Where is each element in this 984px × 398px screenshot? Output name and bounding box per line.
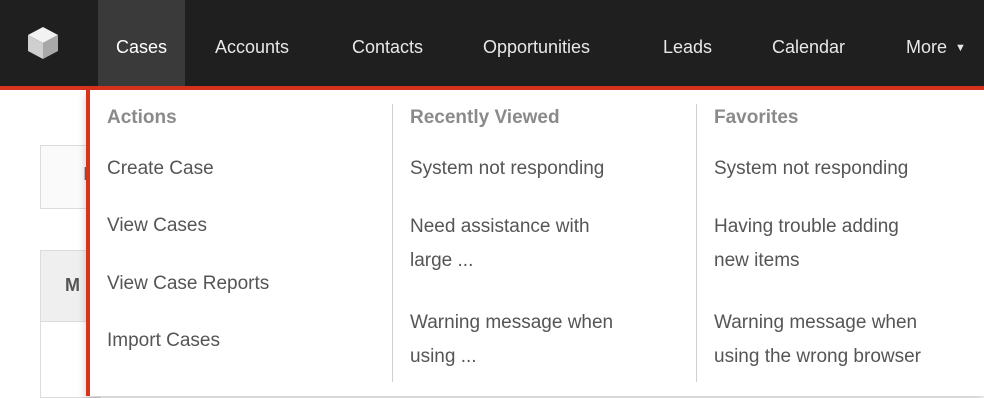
menu-item-import-cases[interactable]: Import Cases	[107, 324, 220, 358]
favorite-item[interactable]: Having trouble adding new items	[714, 210, 899, 278]
tab-contacts-label: Contacts	[352, 37, 424, 57]
favorite-item-line: System not responding	[714, 158, 909, 179]
favorite-item-line: using the wrong browser	[714, 346, 921, 367]
tab-calendar-label: Calendar	[772, 37, 846, 57]
recent-item-line: using ...	[410, 346, 477, 367]
tab-opportunities[interactable]: Opportunities	[465, 0, 608, 86]
tab-accounts[interactable]: Accounts	[197, 0, 307, 86]
menu-item-view-cases[interactable]: View Cases	[107, 209, 207, 243]
recent-item[interactable]: System not responding	[410, 152, 604, 186]
favorite-item-line: new items	[714, 250, 800, 271]
home-cube-icon[interactable]	[0, 0, 86, 86]
recent-item[interactable]: Warning message when using ...	[410, 306, 613, 374]
menu-item-view-case-reports[interactable]: View Case Reports	[107, 267, 269, 301]
tab-calendar[interactable]: Calendar	[754, 0, 863, 86]
actions-title: Actions	[107, 107, 177, 128]
recent-item-line: Warning message when	[410, 312, 614, 333]
favorite-item[interactable]: System not responding	[714, 152, 908, 186]
favorites-title: Favorites	[714, 107, 799, 128]
recently-viewed-title: Recently Viewed	[410, 107, 560, 128]
tab-cases-label: Cases	[116, 37, 168, 57]
favorites-column: Favorites System not responding Having t…	[696, 104, 984, 382]
recent-item-line: large ...	[410, 250, 474, 271]
top-navbar: Cases Accounts Contacts Opportunities Le…	[0, 0, 984, 90]
favorite-item[interactable]: Warning message when using the wrong bro…	[714, 306, 921, 374]
tab-accounts-label: Accounts	[215, 37, 290, 57]
chevron-down-icon: ▼	[955, 42, 966, 55]
menu-item-create-case[interactable]: Create Case	[107, 152, 214, 186]
actions-column: Actions Create Case View Cases View Case…	[90, 90, 392, 390]
recent-item-line: System not responding	[410, 158, 605, 179]
tab-leads[interactable]: Leads	[645, 0, 730, 86]
tab-contacts[interactable]: Contacts	[334, 0, 441, 86]
tab-more[interactable]: More ▼	[888, 0, 984, 86]
recently-viewed-column: Recently Viewed System not responding Ne…	[392, 104, 696, 382]
favorite-item-line: Having trouble adding	[714, 216, 899, 237]
recent-item[interactable]: Need assistance with large ...	[410, 210, 590, 278]
tab-more-label: More	[906, 37, 948, 57]
tab-cases[interactable]: Cases	[98, 0, 186, 86]
tab-leads-label: Leads	[663, 37, 713, 57]
cases-dropdown-menu: Actions Create Case View Cases View Case…	[86, 90, 984, 396]
background-header-text: M	[65, 275, 80, 295]
favorite-item-line: Warning message when	[714, 312, 918, 333]
tab-opportunities-label: Opportunities	[483, 37, 591, 57]
recent-item-line: Need assistance with	[410, 216, 590, 237]
